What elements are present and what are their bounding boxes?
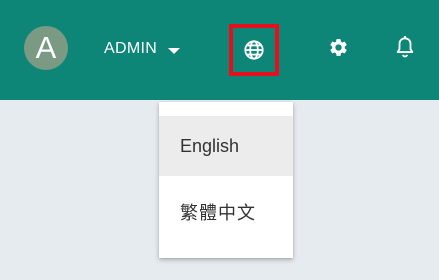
- gear-icon: [329, 38, 347, 56]
- top-bar: A ADMIN: [0, 0, 439, 100]
- avatar[interactable]: A: [24, 26, 68, 70]
- language-button[interactable]: [229, 24, 279, 76]
- caret-down-icon: [168, 47, 181, 54]
- language-dropdown: English 繁體中文: [159, 102, 293, 258]
- settings-button[interactable]: [325, 34, 351, 60]
- language-option-english[interactable]: English: [159, 116, 293, 176]
- notifications-button[interactable]: [392, 34, 418, 60]
- bell-icon: [396, 36, 414, 58]
- globe-icon: [244, 40, 264, 60]
- user-menu[interactable]: ADMIN: [104, 37, 181, 61]
- user-name: ADMIN: [104, 40, 158, 57]
- language-option-traditional-chinese[interactable]: 繁體中文: [159, 184, 293, 244]
